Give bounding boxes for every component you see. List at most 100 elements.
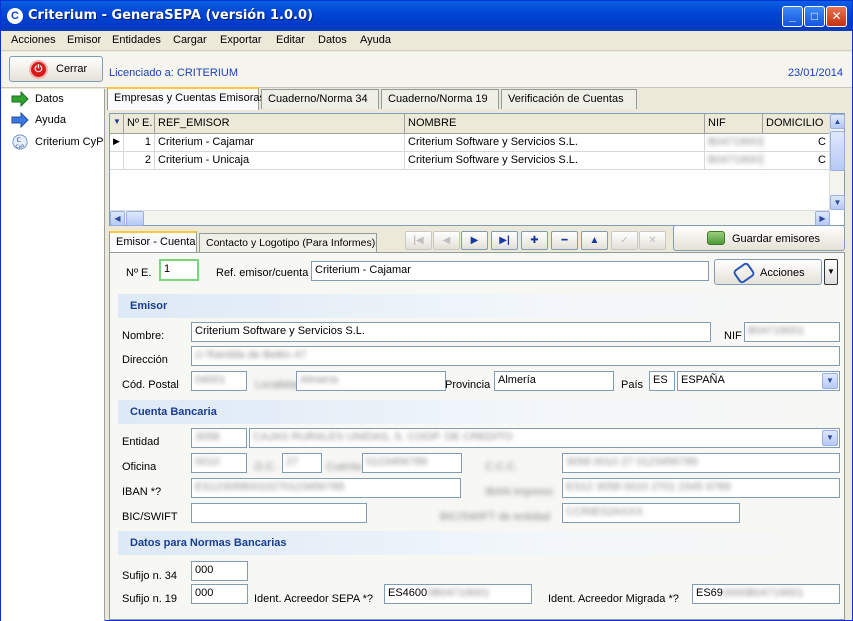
nav-delete-button[interactable]: ━ <box>551 231 578 250</box>
current-row-indicator-icon: ▶ <box>110 134 124 152</box>
nombre-input[interactable]: Criterium Software y Servicios S.L. <box>191 322 711 342</box>
acreedor-migrada-rest: 0000B04719001 <box>722 587 804 599</box>
sort-indicator-icon: ▼ <box>110 114 124 134</box>
tab-verificacion[interactable]: Verificación de Cuentas <box>501 89 637 109</box>
pais-label: País <box>621 379 644 391</box>
sufijo19-input[interactable]: 000 <box>191 584 248 604</box>
bic-input[interactable] <box>191 503 367 523</box>
num-input[interactable]: 1 <box>159 259 199 281</box>
menu-editar[interactable]: Editar <box>276 34 305 46</box>
scroll-down-icon[interactable]: ▼ <box>830 195 845 210</box>
emisores-grid[interactable]: ▼ Nº E. REF_EMISOR NOMBRE NIF DOMICILIO … <box>109 113 845 226</box>
acciones-button[interactable]: Acciones <box>714 259 822 285</box>
table-row[interactable]: ▶ 1 Criterium - Cajamar Criterium Softwa… <box>110 134 830 152</box>
tab-contacto-logotipo[interactable]: Contacto y Logotipo (Para Informes) <box>199 233 377 253</box>
localidad-input[interactable]: Almería <box>296 371 446 391</box>
acreedor-sepa-prefix: ES4600 <box>388 587 428 599</box>
menu-emisor[interactable]: Emisor <box>67 34 101 46</box>
col-num[interactable]: Nº E. <box>124 114 155 134</box>
nav-post-button[interactable]: ✓ <box>611 231 638 250</box>
sufijo34-input[interactable]: 000 <box>191 561 248 581</box>
col-ref-emisor[interactable]: REF_EMISOR <box>155 114 405 134</box>
grid-horizontal-scrollbar[interactable]: ◀ ▶ <box>110 210 830 226</box>
menu-ayuda[interactable]: Ayuda <box>360 34 391 46</box>
dc-input[interactable]: 27 <box>282 453 322 473</box>
oficina-input[interactable]: 0010 <box>191 453 247 473</box>
iban-input[interactable]: ES1230580010270123456789 <box>191 478 461 498</box>
scroll-thumb[interactable] <box>126 211 144 226</box>
provincia-label: Provincia <box>445 379 491 391</box>
pais-value: ESPAÑA <box>681 374 725 386</box>
pais-select[interactable]: ESPAÑA ▼ <box>677 371 840 391</box>
acreedor-sepa-rest: 0B04719001 <box>427 587 490 599</box>
scroll-right-icon[interactable]: ▶ <box>815 211 830 226</box>
entidad-label: Entidad <box>122 436 160 448</box>
tab-emisor-cuenta[interactable]: Emisor - Cuenta <box>109 231 197 254</box>
entidad-value: CAJAS RURALES UNIDAS, S. COOP. DE CREDIT… <box>253 431 513 443</box>
direccion-input[interactable]: c/ Rambla de Belén 47 <box>191 346 840 366</box>
nav-prior-button[interactable]: ◀ <box>433 231 460 250</box>
scroll-thumb[interactable] <box>830 131 845 171</box>
menu-cargar[interactable]: Cargar <box>173 34 207 46</box>
nif-input[interactable]: B04719001 <box>744 322 840 342</box>
bic-entidad-value: CCRIES2AXXX <box>566 506 644 518</box>
cell-nif: B04719001 <box>705 152 763 170</box>
menu-exportar[interactable]: Exportar <box>220 34 262 46</box>
tab-norma19[interactable]: Cuaderno/Norma 19 <box>381 89 499 109</box>
col-nombre[interactable]: NOMBRE <box>405 114 705 134</box>
emisor-cuenta-form: Nº E. 1 Ref. emisor/cuenta Criterium - C… <box>109 252 845 620</box>
acreedor-migrada-input[interactable]: ES690000B04719001 <box>692 584 840 604</box>
cuenta-input[interactable]: 0123456789 <box>362 453 462 473</box>
provincia-input[interactable]: Almería <box>494 371 614 391</box>
nav-insert-button[interactable]: ✚ <box>521 231 548 250</box>
menu-datos[interactable]: Datos <box>318 34 347 46</box>
iban-impreso-input[interactable]: ES12 3058 0010 2701 2345 6789 <box>562 478 840 498</box>
nav-cancel-button[interactable]: ✕ <box>639 231 666 250</box>
col-nif[interactable]: NIF <box>705 114 763 134</box>
window-title: Criterium - GeneraSEPA (versión 1.0.0) <box>28 8 313 23</box>
cuenta-value: 0123456789 <box>366 456 428 468</box>
tab-norma34[interactable]: Cuaderno/Norma 34 <box>261 89 379 109</box>
grid-vertical-scrollbar[interactable]: ▲ ▼ <box>829 114 845 210</box>
chevron-down-icon[interactable]: ▼ <box>822 373 838 389</box>
minimize-button[interactable]: _ <box>782 6 803 27</box>
scroll-up-icon[interactable]: ▲ <box>830 114 845 129</box>
cp-input[interactable]: 04001 <box>191 371 247 391</box>
nav-last-button[interactable]: ▶| <box>491 231 518 250</box>
table-row[interactable]: 2 Criterium - Unicaja Criterium Software… <box>110 152 830 170</box>
nav-edit-button[interactable]: ▲ <box>581 231 608 250</box>
emisor-subtabs: Emisor - Cuenta Contacto y Logotipo (Par… <box>109 231 409 254</box>
cerrar-button[interactable]: ⏻ Cerrar <box>9 56 103 82</box>
acreedor-sepa-label: Ident. Acreedor SEPA *? <box>254 593 374 605</box>
guardar-emisores-button[interactable]: Guardar emisores <box>673 225 845 251</box>
acreedor-sepa-input[interactable]: ES46000B04719001 <box>384 584 532 604</box>
grid-header: ▼ Nº E. REF_EMISOR NOMBRE NIF DOMICILIO <box>110 114 830 134</box>
scroll-left-icon[interactable]: ◀ <box>110 211 125 226</box>
ccc-input[interactable]: 3058 0010 27 0123456789 <box>562 453 840 473</box>
svg-text:CyP: CyP <box>16 144 25 150</box>
tab-empresas[interactable]: Empresas y Cuentas Emisoras <box>107 87 265 110</box>
menu-entidades[interactable]: Entidades <box>112 34 161 46</box>
cell-domicilio: C <box>763 134 830 152</box>
current-date: 23/01/2014 <box>787 67 843 79</box>
entidad-code-input[interactable]: 3058 <box>191 428 247 448</box>
entidad-code-value: 3058 <box>195 431 220 443</box>
cell-nombre: Criterium Software y Servicios S.L. <box>405 152 705 170</box>
ref-input[interactable]: Criterium - Cajamar <box>311 261 709 281</box>
bic-entidad-input[interactable]: CCRIES2AXXX <box>562 503 740 523</box>
close-window-button[interactable]: ✕ <box>826 6 847 27</box>
acciones-dropdown-button[interactable]: ▼ <box>824 259 838 285</box>
maximize-button[interactable]: □ <box>804 6 825 27</box>
toolbar: ⏻ Cerrar Licenciado a: CRITERIUM 23/01/2… <box>1 52 852 88</box>
chevron-down-icon[interactable]: ▼ <box>822 430 838 446</box>
pais-code-input[interactable]: ES <box>649 371 675 391</box>
ccc-label: C.C.C. <box>485 461 518 473</box>
iban-label: IBAN *? <box>122 486 162 498</box>
nav-next-button[interactable]: ▶ <box>461 231 488 250</box>
title-bar[interactable]: C Criterium - GeneraSEPA (versión 1.0.0)… <box>1 1 852 31</box>
col-domicilio[interactable]: DOMICILIO <box>763 114 830 134</box>
nombre-label: Nombre: <box>122 330 165 342</box>
nav-first-button[interactable]: |◀ <box>405 231 432 250</box>
entidad-select[interactable]: CAJAS RURALES UNIDAS, S. COOP. DE CREDIT… <box>249 428 840 448</box>
menu-acciones[interactable]: Acciones <box>11 34 56 46</box>
